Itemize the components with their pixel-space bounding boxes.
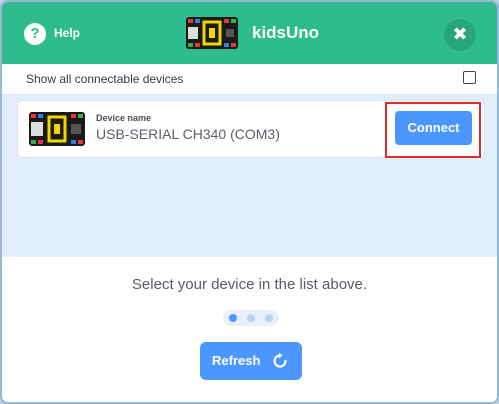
device-list-item: Device name USB-SERIAL CH340 (COM3) Conn… [18,101,484,158]
step-indicator [223,310,279,326]
close-button[interactable]: ✖ [444,19,476,51]
refresh-icon [273,352,287,368]
show-all-devices-row: Show all connectable devices [2,64,497,95]
app-title: kidsUno [252,23,320,42]
step-dot [247,314,255,322]
show-all-devices-label: Show all connectable devices [26,72,184,86]
help-icon[interactable]: ? [24,23,46,45]
step-dot [229,314,237,322]
refresh-button[interactable]: Refresh [200,342,302,380]
show-all-devices-checkbox[interactable] [463,71,476,84]
refresh-label: Refresh [212,353,261,368]
device-name-caption: Device name [96,113,152,123]
device-name: USB-SERIAL CH340 (COM3) [96,126,280,142]
dialog-footer: Select your device in the list above. Re… [2,257,497,402]
help-link[interactable]: Help [54,26,80,40]
connect-button[interactable]: Connect [395,111,472,145]
close-icon: ✖ [452,24,468,44]
kidsuno-board-icon [186,17,238,49]
step-dot [265,314,273,322]
device-board-icon [29,112,85,146]
dialog-header: ? Help kidsUno ✖ [2,2,497,64]
instruction-text: Select your device in the list above. [131,276,368,293]
connection-dialog: ? Help kidsUno ✖ Show all connectable de… [0,0,499,404]
device-list: Device name USB-SERIAL CH340 (COM3) Conn… [2,95,497,257]
